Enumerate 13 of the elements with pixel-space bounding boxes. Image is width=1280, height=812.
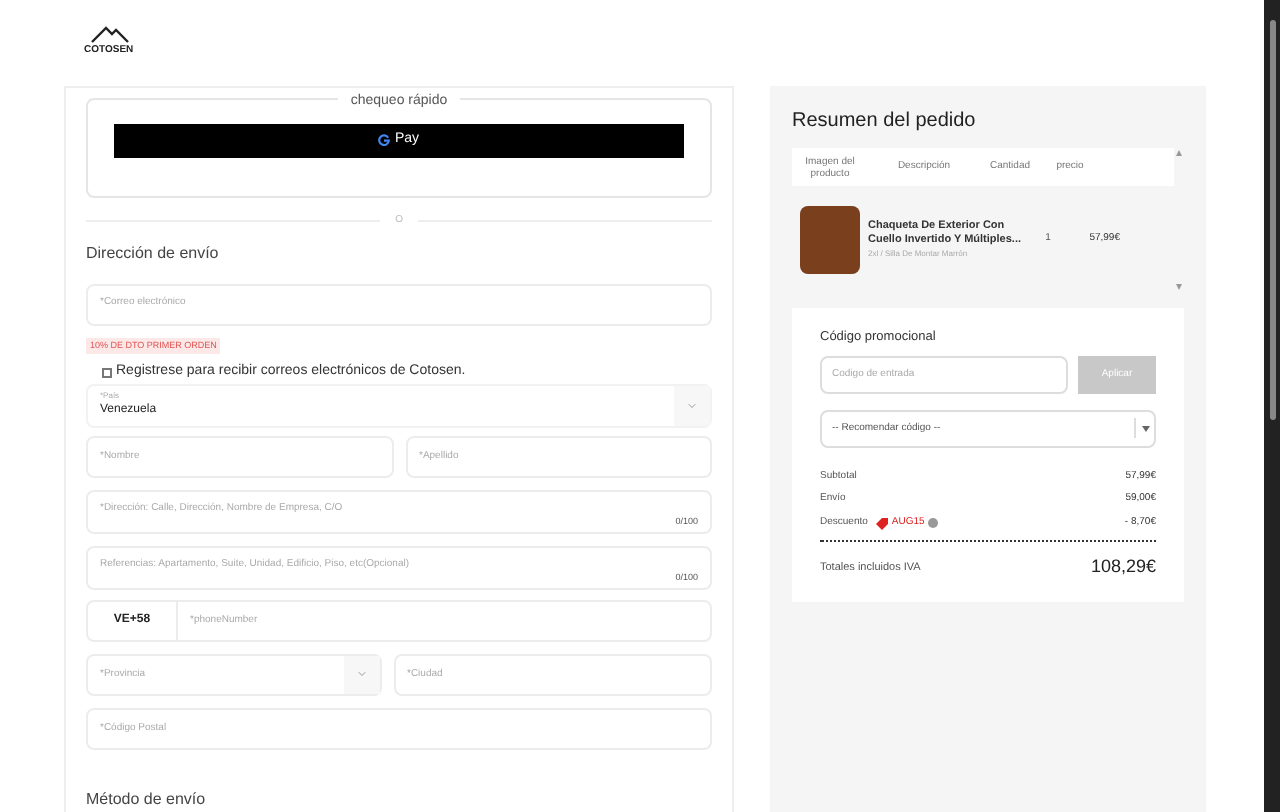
scrollbar-drawing [1174, 148, 1184, 292]
checkbox[interactable] [102, 368, 112, 378]
chevron-down-icon [355, 668, 367, 681]
google-logo-icon [378, 134, 391, 146]
total-value: 108,29€ [1090, 554, 1156, 581]
tag-icon [875, 517, 888, 529]
section-title: Dirección de envío [86, 241, 221, 265]
product-photo-placeholder [800, 205, 860, 273]
mountain-logo-icon [90, 24, 130, 44]
chevron-down-icon [686, 399, 698, 412]
section-title: Método de envío [86, 787, 208, 812]
summary-title: Resumen del pedido [792, 108, 978, 136]
caret-down-icon [1141, 425, 1149, 432]
